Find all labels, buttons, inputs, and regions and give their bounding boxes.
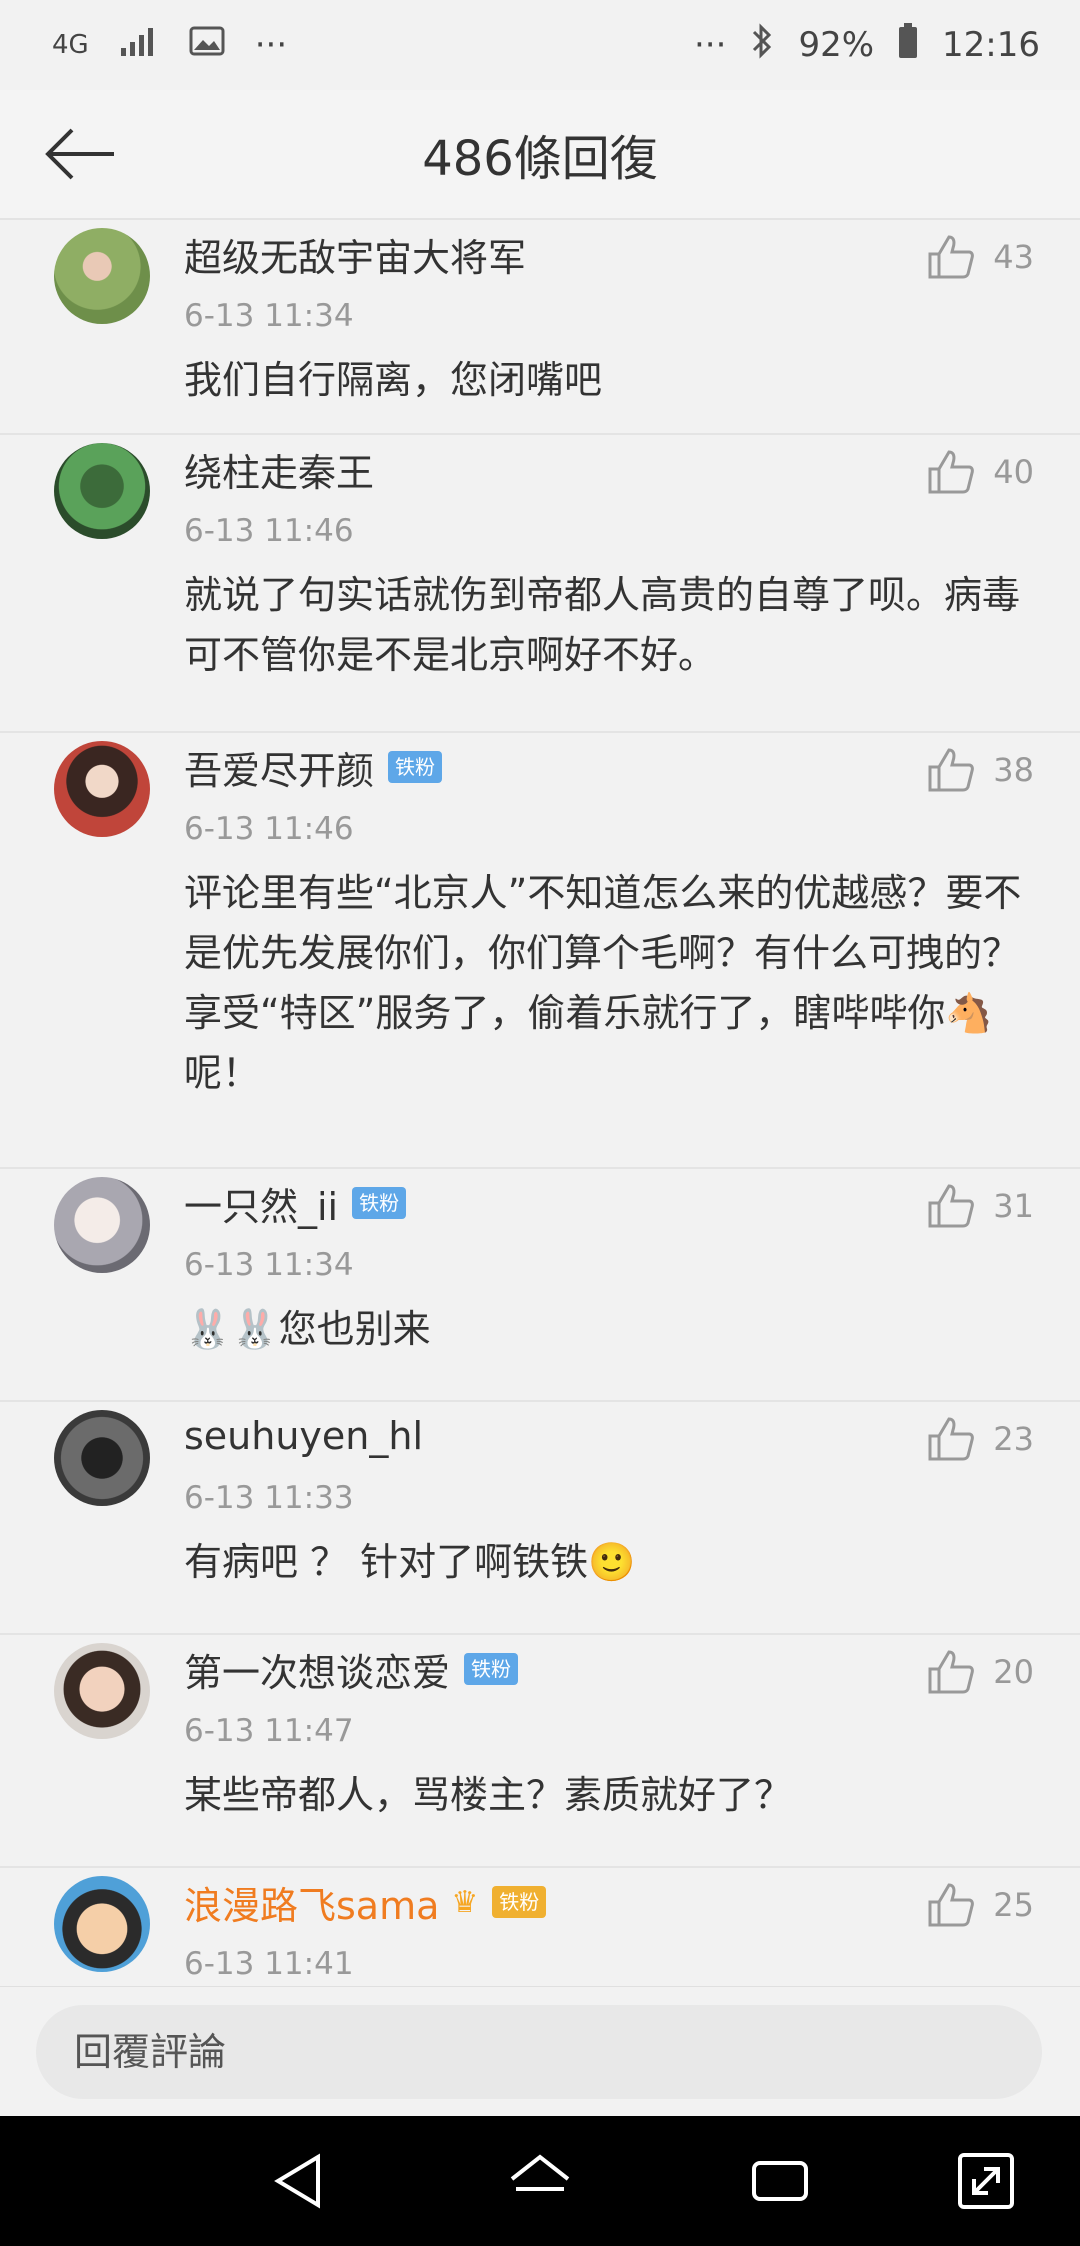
comment-list[interactable]: 超级无敌宇宙大将军 6-13 11:34 我们自行隔离，您闭嘴吧 43 绕柱走秦… (0, 220, 1080, 1986)
fan-badge: 铁粉 (388, 751, 443, 783)
comment-text: 有病吧 ？ 针对了啊铁铁🙂 (184, 1540, 636, 1584)
like-count: 43 (993, 238, 1034, 276)
battery-percent: 92% (798, 25, 875, 65)
comment-time: 6-13 11:46 (184, 811, 354, 847)
like-button[interactable]: 40 (927, 449, 1034, 495)
avatar[interactable] (54, 443, 150, 539)
comment-item: 第一次想谈恋爱 铁粉 6-13 11:47 某些帝都人，骂楼主？素质就好了？ 2… (0, 1635, 1080, 1868)
comment-text: 就说了句实话就伤到帝都人高贵的自尊了呗。病毒可不管你是不是北京啊好不好。 (184, 573, 1021, 677)
thumbs-up-icon (928, 1184, 975, 1228)
status-bar: 4G ··· ··· 92% 12:16 (0, 0, 1080, 90)
like-count: 31 (993, 1187, 1034, 1225)
like-count: 25 (993, 1886, 1034, 1924)
like-count: 23 (993, 1420, 1034, 1458)
comment-time: 6-13 11:46 (184, 513, 354, 549)
comment-text: 某些帝都人，骂楼主？素质就好了？ (184, 1773, 793, 1817)
back-arrow-icon (45, 128, 114, 180)
page-title: 486條回復 (422, 131, 658, 187)
comment-text: 🐰🐰您也别来 (184, 1307, 431, 1351)
thumbs-up-icon (928, 1883, 975, 1927)
thumbs-up-icon (928, 748, 975, 792)
comment-text: 我们自行隔离，您闭嘴吧 (184, 358, 603, 402)
expand-icon (958, 2153, 1014, 2209)
avatar[interactable] (54, 741, 150, 837)
username[interactable]: 绕柱走秦王 (184, 442, 374, 497)
fan-badge: 铁粉 (352, 1187, 407, 1219)
comment-time: 6-13 11:41 (184, 1946, 354, 1982)
notification-overflow: ··· (254, 25, 288, 65)
nav-home-button[interactable] (508, 2149, 572, 2213)
triangle-back-icon (274, 2153, 320, 2209)
top-bar: 486條回復 (0, 90, 1080, 220)
reply-bar: 回覆評論 (0, 1986, 1080, 2117)
like-button[interactable]: 31 (927, 1183, 1034, 1229)
thumbs-up-icon (928, 1417, 975, 1461)
like-count: 38 (993, 751, 1034, 789)
reply-input[interactable]: 回覆評論 (36, 2005, 1042, 2099)
like-button[interactable]: 20 (927, 1649, 1034, 1695)
network-label: 4G (52, 30, 89, 60)
username[interactable]: 吾爱尽开颜 (184, 740, 374, 795)
recents-icon (752, 2161, 808, 2201)
signal-icon (119, 25, 159, 65)
status-overflow: ··· (694, 25, 727, 65)
comment-time: 6-13 11:34 (184, 298, 354, 334)
fan-badge: 铁粉 (464, 1653, 519, 1685)
nav-back-button[interactable] (268, 2149, 332, 2213)
comment-item: 吾爱尽开颜 铁粉 6-13 11:46 评论里有些“北京人”不知道怎么来的优越感… (0, 733, 1080, 1169)
home-icon (510, 2154, 570, 2191)
comment-item: 一只然_ii 铁粉 6-13 11:34 🐰🐰您也别来 31 (0, 1169, 1080, 1402)
username[interactable]: 第一次想谈恋爱 (184, 1642, 450, 1697)
comment-item: 绕柱走秦王 6-13 11:46 就说了句实话就伤到帝都人高贵的自尊了呗。病毒可… (0, 435, 1080, 733)
comment-item: 超级无敌宇宙大将军 6-13 11:34 我们自行隔离，您闭嘴吧 43 (0, 220, 1080, 435)
bluetooth-icon (750, 22, 774, 68)
avatar[interactable] (54, 1177, 150, 1273)
like-button[interactable]: 23 (927, 1416, 1034, 1462)
username[interactable]: seuhuyen_hl (184, 1414, 423, 1458)
thumbs-up-icon (928, 1650, 975, 1694)
system-nav-bar (0, 2116, 1080, 2246)
comment-time: 6-13 11:34 (184, 1247, 354, 1283)
comment-item: 浪漫路飞sama ♛ 铁粉 6-13 11:41 25 (0, 1868, 1080, 1986)
avatar[interactable] (54, 1643, 150, 1739)
like-count: 40 (993, 453, 1034, 491)
avatar[interactable] (54, 228, 150, 324)
fan-badge: 铁粉 (492, 1886, 547, 1918)
username[interactable]: 一只然_ii (184, 1176, 338, 1231)
nav-recents-button[interactable] (748, 2149, 812, 2213)
battery-icon (898, 22, 918, 68)
comment-text: 评论里有些“北京人”不知道怎么来的优越感？要不是优先发展你们，你们算个毛啊？有什… (184, 871, 1022, 1095)
username[interactable]: 超级无敌宇宙大将军 (184, 227, 526, 282)
like-button[interactable]: 25 (927, 1882, 1034, 1928)
comment-item: seuhuyen_hl 6-13 11:33 有病吧 ？ 针对了啊铁铁🙂 23 (0, 1402, 1080, 1635)
avatar[interactable] (54, 1410, 150, 1506)
username[interactable]: 浪漫路飞sama (184, 1875, 439, 1930)
like-count: 20 (993, 1653, 1034, 1691)
nav-expand-button[interactable] (954, 2149, 1018, 2213)
comment-time: 6-13 11:33 (184, 1480, 354, 1516)
back-button[interactable] (40, 118, 120, 190)
like-button[interactable]: 43 (927, 234, 1034, 280)
clock: 12:16 (942, 25, 1040, 65)
like-button[interactable]: 38 (927, 747, 1034, 793)
crown-icon: ♛ (451, 1884, 479, 1920)
comment-time: 6-13 11:47 (184, 1713, 354, 1749)
avatar[interactable] (54, 1876, 150, 1972)
thumbs-up-icon (928, 235, 975, 279)
thumbs-up-icon (928, 450, 975, 494)
image-notification-icon (189, 25, 225, 65)
